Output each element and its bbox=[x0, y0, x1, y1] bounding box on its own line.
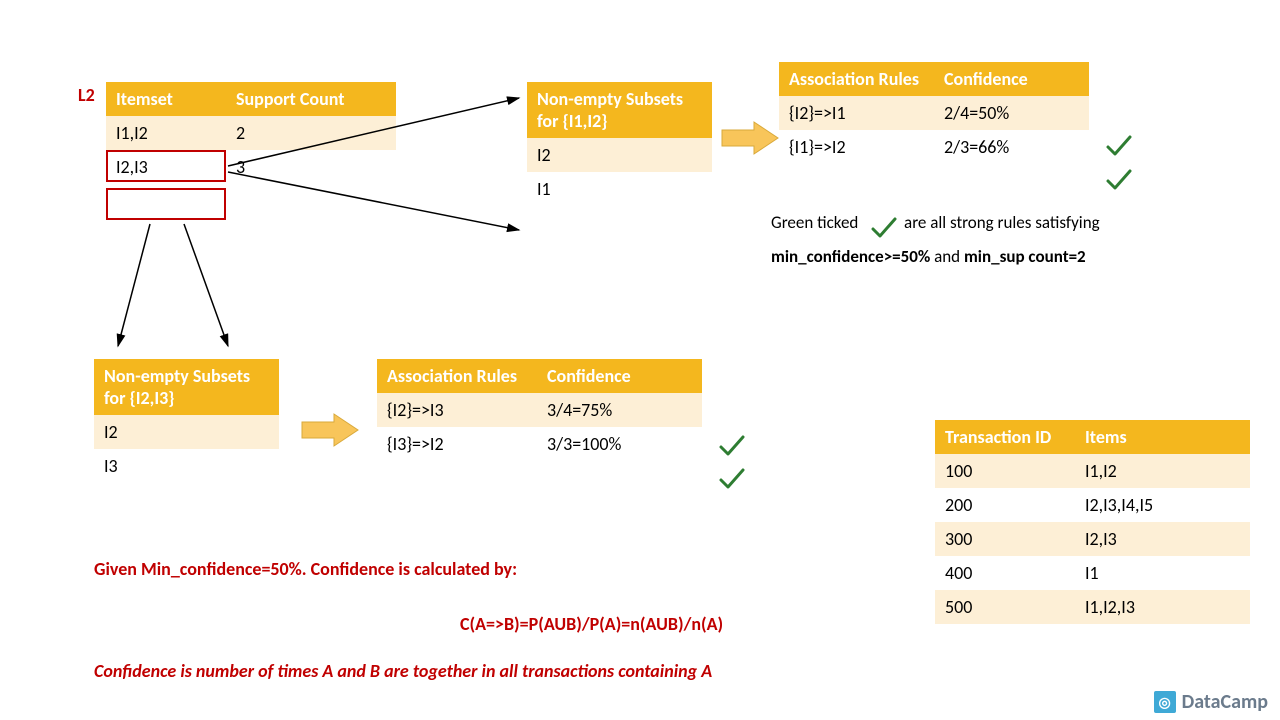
table-row: 200I2,I3,I4,I5 bbox=[935, 488, 1250, 522]
cell: I3 bbox=[94, 449, 279, 483]
table-row: I3 bbox=[94, 449, 279, 483]
cell: I2,I3,I4,I5 bbox=[1075, 488, 1250, 522]
l2-label: L2 bbox=[78, 84, 95, 106]
text: min_confidence>=50% bbox=[771, 246, 930, 267]
arrow-right-icon bbox=[720, 118, 780, 163]
table-row: {I2}=>I12/4=50% bbox=[779, 96, 1089, 130]
text: and bbox=[930, 246, 964, 267]
cell: I1 bbox=[527, 172, 712, 206]
table-row: I2 bbox=[94, 415, 279, 449]
table-row: I1,I22 bbox=[106, 116, 396, 150]
cell: 2/4=50% bbox=[934, 96, 1089, 130]
assoc-mid-table: Association RulesConfidence {I2}=>I33/4=… bbox=[377, 359, 702, 461]
table-row: {I3}=>I23/3=100% bbox=[377, 427, 702, 461]
assoc-top-table: Association RulesConfidence {I2}=>I12/4=… bbox=[779, 62, 1089, 164]
table-row: I2 bbox=[527, 138, 712, 172]
text: min_sup count=2 bbox=[964, 246, 1086, 267]
subset-i2i3-header: Non-empty Subsets for {I2,I3} bbox=[94, 359, 279, 415]
table-row: 300I2,I3 bbox=[935, 522, 1250, 556]
trans-h1: Items bbox=[1075, 420, 1250, 454]
table-row: {I2}=>I33/4=75% bbox=[377, 393, 702, 427]
cell: 400 bbox=[935, 556, 1075, 590]
transactions-table: Transaction IDItems 100I1,I2 200I2,I3,I4… bbox=[935, 420, 1250, 624]
check-icon bbox=[718, 465, 746, 498]
highlight-box-i2i3 bbox=[106, 188, 226, 220]
table-row: 100I1,I2 bbox=[935, 454, 1250, 488]
cell: I2 bbox=[527, 138, 712, 172]
cell: 3 bbox=[226, 150, 396, 184]
highlight-box-i1i2 bbox=[106, 150, 226, 182]
logo-text: DataCamp bbox=[1182, 690, 1268, 714]
check-icon bbox=[718, 432, 746, 465]
note-thresholds: min_confidence>=50% and min_sup count=2 bbox=[771, 246, 1086, 267]
check-icon bbox=[1105, 166, 1133, 199]
cell: I1,I2 bbox=[106, 116, 226, 150]
note-green-ticked: Green ticked are all strong rules satisf… bbox=[771, 212, 1100, 233]
explain-text: Confidence is number of times A and B ar… bbox=[94, 660, 712, 682]
subset-i1i2-table: Non-empty Subsets for {I1,I2} I2 I1 bbox=[527, 82, 712, 206]
trans-h0: Transaction ID bbox=[935, 420, 1075, 454]
cell: {I3}=>I2 bbox=[377, 427, 537, 461]
datacamp-logo: ◎ DataCamp bbox=[1154, 690, 1268, 714]
cell: {I1}=>I2 bbox=[779, 130, 934, 164]
subset-i2i3-table: Non-empty Subsets for {I2,I3} I2 I3 bbox=[94, 359, 279, 483]
cell: {I2}=>I1 bbox=[779, 96, 934, 130]
cell: 100 bbox=[935, 454, 1075, 488]
cell: 500 bbox=[935, 590, 1075, 624]
cell: 3/4=75% bbox=[537, 393, 702, 427]
table-row: 400I1 bbox=[935, 556, 1250, 590]
check-icon bbox=[1105, 132, 1133, 165]
assoc-m-h1: Confidence bbox=[537, 359, 702, 393]
table-row: I1 bbox=[527, 172, 712, 206]
l2-h1: Support Count bbox=[226, 82, 396, 116]
formula-text: C(A=>B)=P(AUB)/P(A)=n(AUB)/n(A) bbox=[460, 613, 723, 635]
logo-icon: ◎ bbox=[1154, 691, 1176, 713]
subset-i1i2-header: Non-empty Subsets for {I1,I2} bbox=[527, 82, 712, 138]
table-row: {I1}=>I22/3=66% bbox=[779, 130, 1089, 164]
cell: I1 bbox=[1075, 556, 1250, 590]
text: are all strong rules satisfying bbox=[904, 212, 1100, 233]
cell: {I2}=>I3 bbox=[377, 393, 537, 427]
cell: 2/3=66% bbox=[934, 130, 1089, 164]
arrow-right-icon bbox=[300, 410, 360, 455]
cell: 2 bbox=[226, 116, 396, 150]
assoc-h1: Confidence bbox=[934, 62, 1089, 96]
cell: I1,I2,I3 bbox=[1075, 590, 1250, 624]
assoc-h0: Association Rules bbox=[779, 62, 934, 96]
cell: 300 bbox=[935, 522, 1075, 556]
cell: I2 bbox=[94, 415, 279, 449]
cell: I1,I2 bbox=[1075, 454, 1250, 488]
assoc-m-h0: Association Rules bbox=[377, 359, 537, 393]
given-text: Given Min_confidence=50%. Confidence is … bbox=[94, 558, 517, 580]
text: Green ticked bbox=[771, 212, 858, 233]
cell: 3/3=100% bbox=[537, 427, 702, 461]
cell: 200 bbox=[935, 488, 1075, 522]
l2-h0: Itemset bbox=[106, 82, 226, 116]
table-row: 500I1,I2,I3 bbox=[935, 590, 1250, 624]
cell: I2,I3 bbox=[1075, 522, 1250, 556]
